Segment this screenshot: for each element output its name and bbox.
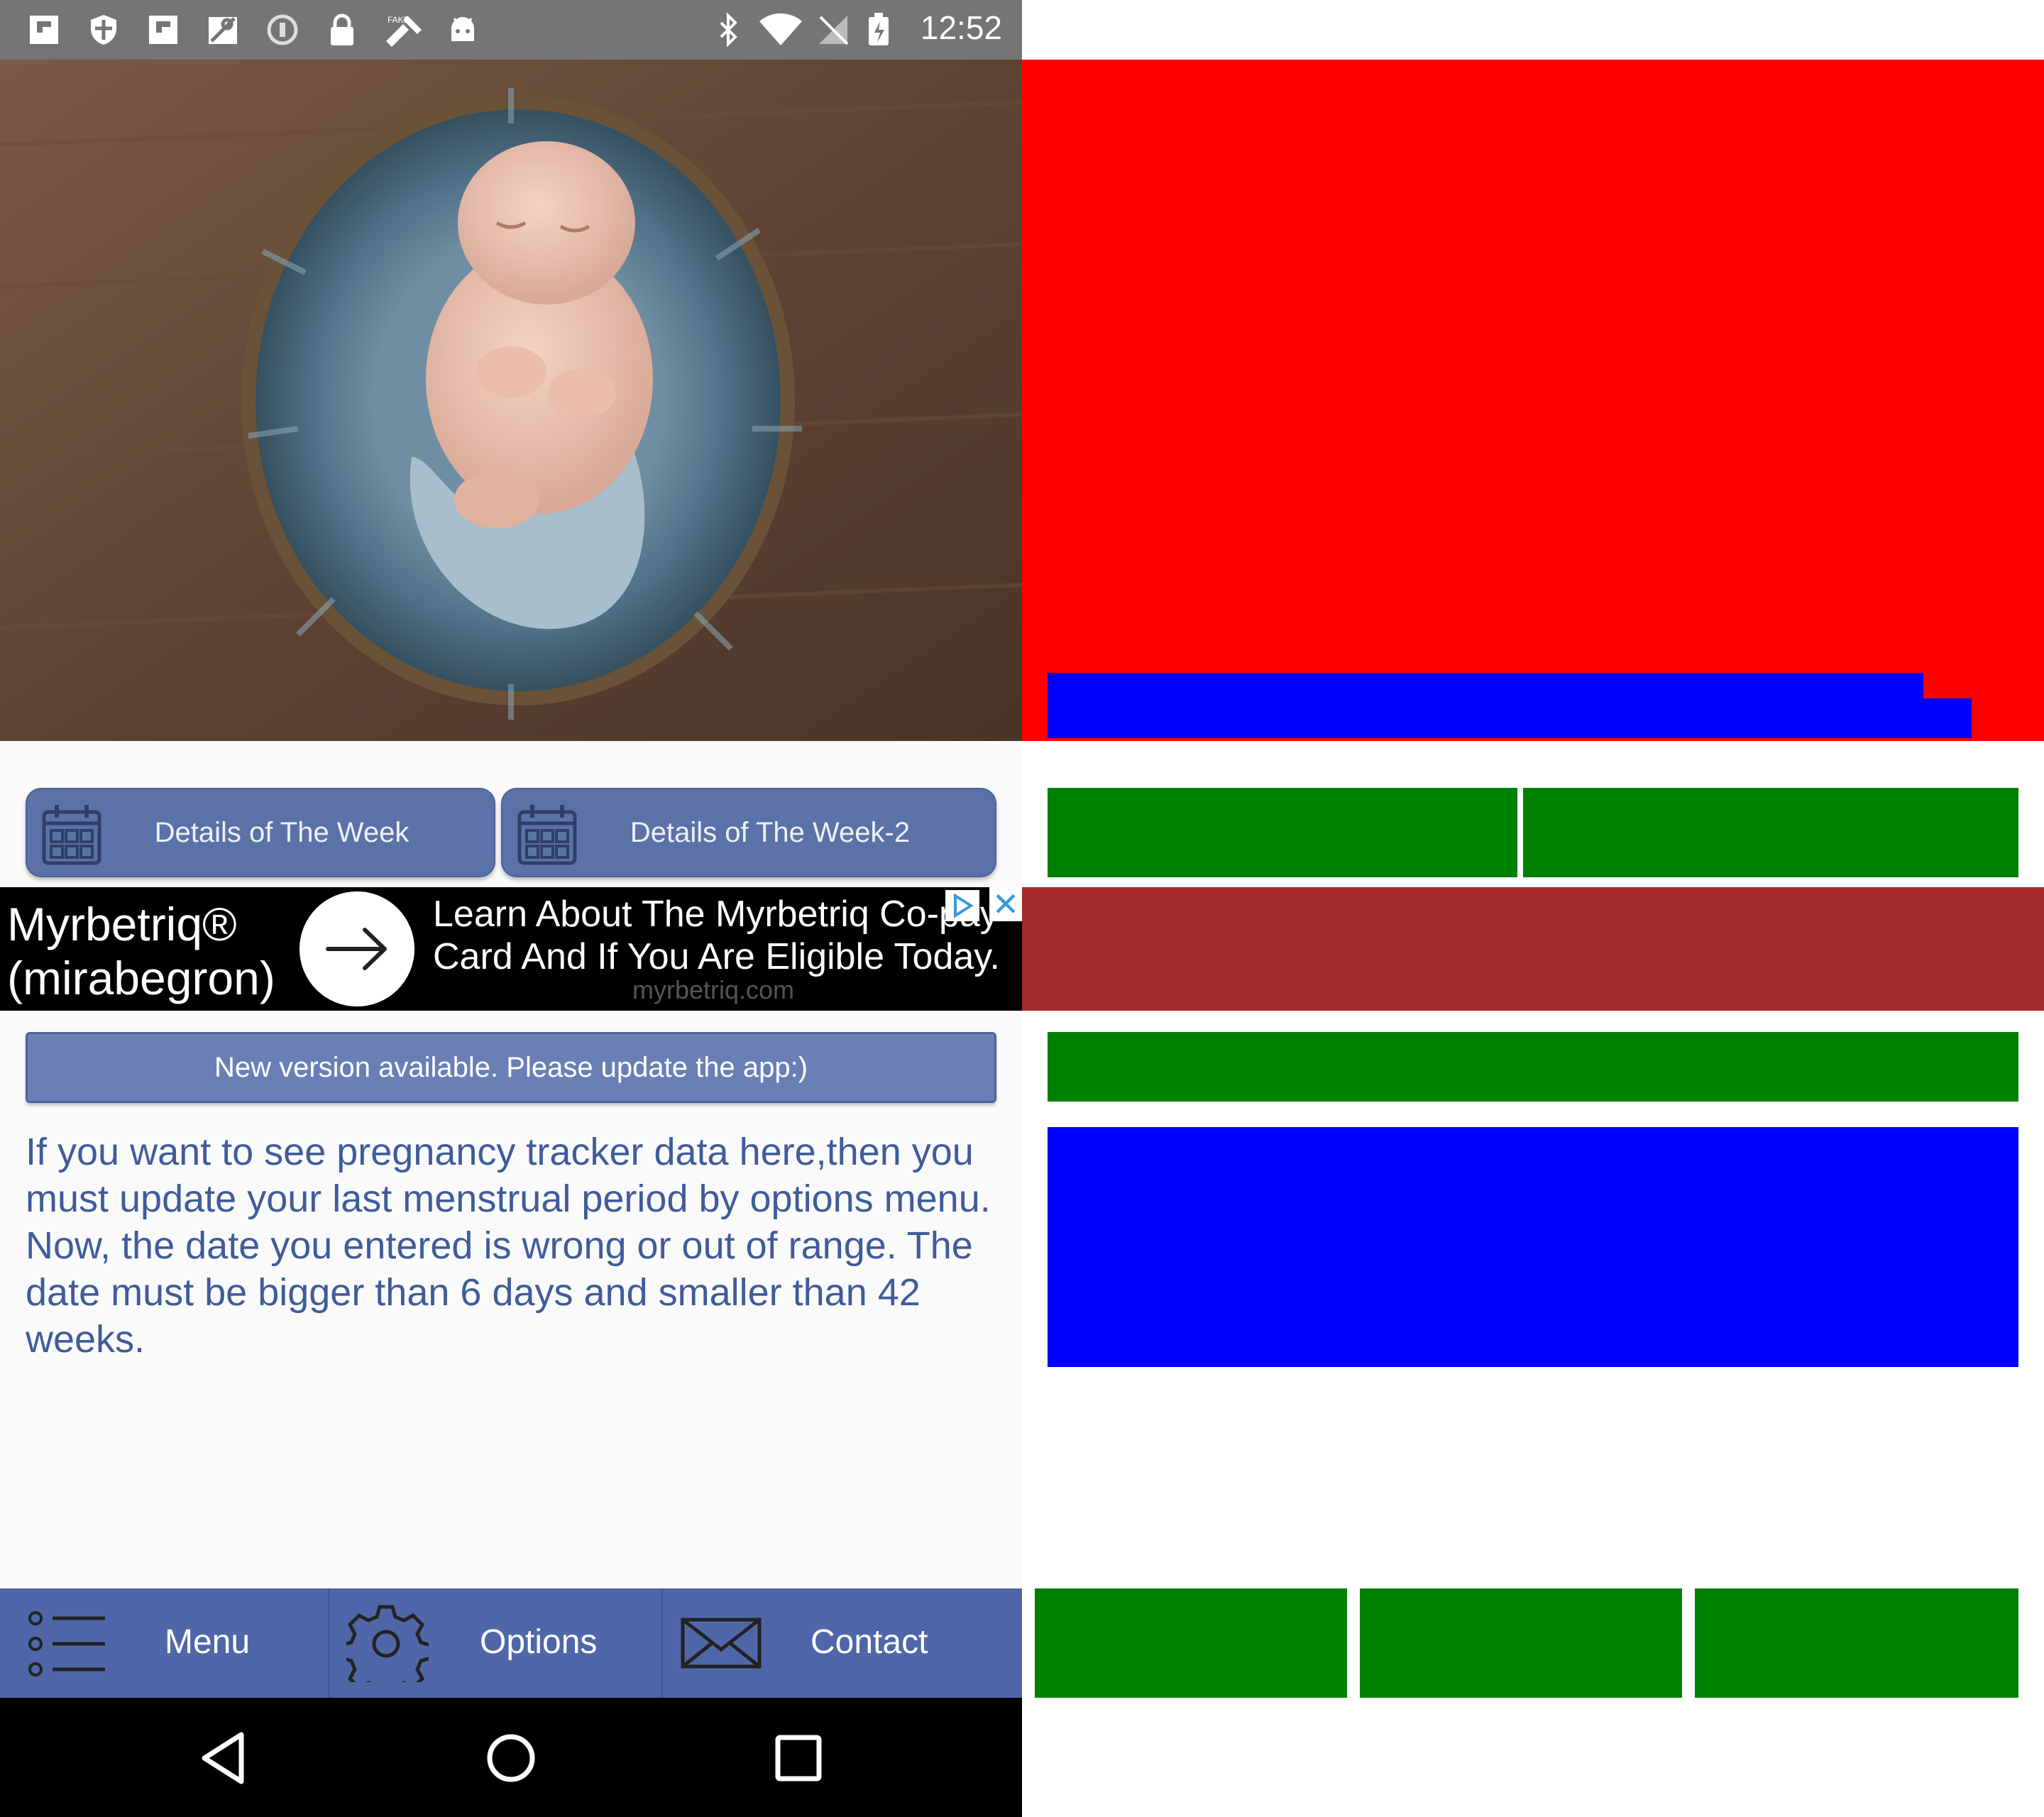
- arrow-right-icon[interactable]: [300, 891, 414, 1006]
- fake-gps-icon: FAKE: [386, 15, 422, 47]
- nav-contact-button[interactable]: Contact: [663, 1588, 1022, 1698]
- lock-icon: [331, 13, 353, 45]
- nav-contact-label: Contact: [811, 1623, 928, 1661]
- nav-menu-label: Menu: [165, 1623, 251, 1661]
- home-icon[interactable]: [479, 1726, 543, 1790]
- hero-image: -: [0, 60, 1022, 741]
- phone-screen: FAKE 12:52 Details of The Week Details o…: [0, 0, 1022, 1817]
- annot-update-bar: [1048, 1032, 2018, 1102]
- details-week-label: Details of The Week: [154, 816, 410, 848]
- status-time: 12:52: [920, 9, 1002, 46]
- annot-caption-block: [1048, 673, 1923, 738]
- ad-brand-line2: (mirabegron): [7, 952, 275, 1004]
- no-sim-icon: [819, 16, 849, 45]
- nav-options-button[interactable]: Options: [329, 1588, 663, 1698]
- close-icon[interactable]: ✕: [989, 887, 1022, 921]
- maps-icon: [209, 17, 237, 44]
- bottom-nav: Menu Options Contact: [0, 1588, 1022, 1698]
- annot-nav-contact: [1695, 1588, 2018, 1698]
- update-app-button[interactable]: New version available. Please update the…: [26, 1032, 996, 1103]
- details-week-2-label: Details of The Week-2: [630, 816, 911, 848]
- ad-brand-line1: Myrbetriq®: [7, 898, 237, 950]
- back-icon[interactable]: [192, 1726, 256, 1790]
- info-message: If you want to see pregnancy tracker dat…: [26, 1131, 991, 1361]
- list-menu-icon: [28, 1611, 105, 1676]
- nav-options-label: Options: [480, 1623, 598, 1661]
- layout-annotation-panel: [1022, 0, 2044, 1817]
- annot-nav-menu: [1035, 1588, 1347, 1698]
- ad-brand: Myrbetriq® (mirabegron): [7, 897, 275, 1005]
- details-week-button[interactable]: Details of The Week: [26, 788, 495, 877]
- annot-nav-options: [1360, 1588, 1682, 1698]
- envelope-icon: [681, 1618, 762, 1669]
- flipboard-icon: [149, 16, 177, 44]
- details-week-2-button[interactable]: Details of The Week-2: [501, 788, 996, 877]
- nav-menu-button[interactable]: Menu: [0, 1588, 329, 1698]
- status-bar: FAKE 12:52: [0, 0, 1022, 60]
- annot-hero-block: [1022, 60, 2044, 741]
- ad-choices-icon[interactable]: [945, 890, 979, 921]
- composite-screenshot: FAKE 12:52 Details of The Week Details o…: [0, 0, 2044, 1817]
- ad-text-line2: Card And If You Are Eligible Today.: [433, 936, 1000, 977]
- bluetooth-icon: [720, 13, 737, 47]
- battery-icon: [869, 13, 889, 45]
- ad-url: myrbetriq.com: [632, 975, 795, 1004]
- annot-week-button-1: [1048, 788, 1517, 877]
- ad-banner[interactable]: Myrbetriq® (mirabegron) Learn About The …: [0, 887, 1022, 1011]
- gear-icon: [346, 1605, 429, 1682]
- recents-icon[interactable]: [766, 1726, 830, 1790]
- baby-photo: [0, 60, 1022, 741]
- annot-caption-block-tail: [1923, 698, 1972, 738]
- annot-week-button-2: [1523, 788, 2018, 877]
- svg-text:FAKE: FAKE: [388, 15, 410, 25]
- wifi-icon: [759, 13, 802, 45]
- android-icon: [451, 17, 474, 41]
- ad-text-line1: Learn About The Myrbetriq Co-pay: [433, 894, 999, 935]
- flipboard-icon: [30, 16, 58, 44]
- annot-ad-block: [1022, 887, 2044, 1011]
- annot-info-text: [1048, 1127, 2018, 1367]
- system-nav-bar: [0, 1698, 1022, 1817]
- sync-icon: [267, 14, 298, 45]
- ad-text: Learn About The Myrbetriq Co-pay Card An…: [433, 893, 1015, 978]
- shield-icon: [91, 15, 116, 45]
